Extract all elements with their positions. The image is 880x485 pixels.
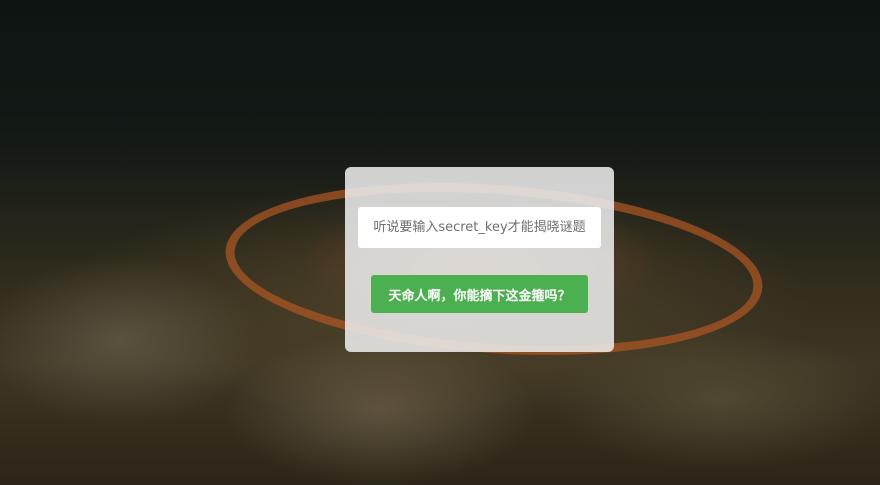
submit-button[interactable]: 天命人啊，你能摘下这金箍吗？ [371,275,588,313]
secret-key-field: 听说要输入secret_key才能揭晓谜题 [358,207,601,248]
login-card: 听说要输入secret_key才能揭晓谜题 天命人啊，你能摘下这金箍吗？ [345,167,614,352]
secret-key-input[interactable] [358,207,601,248]
